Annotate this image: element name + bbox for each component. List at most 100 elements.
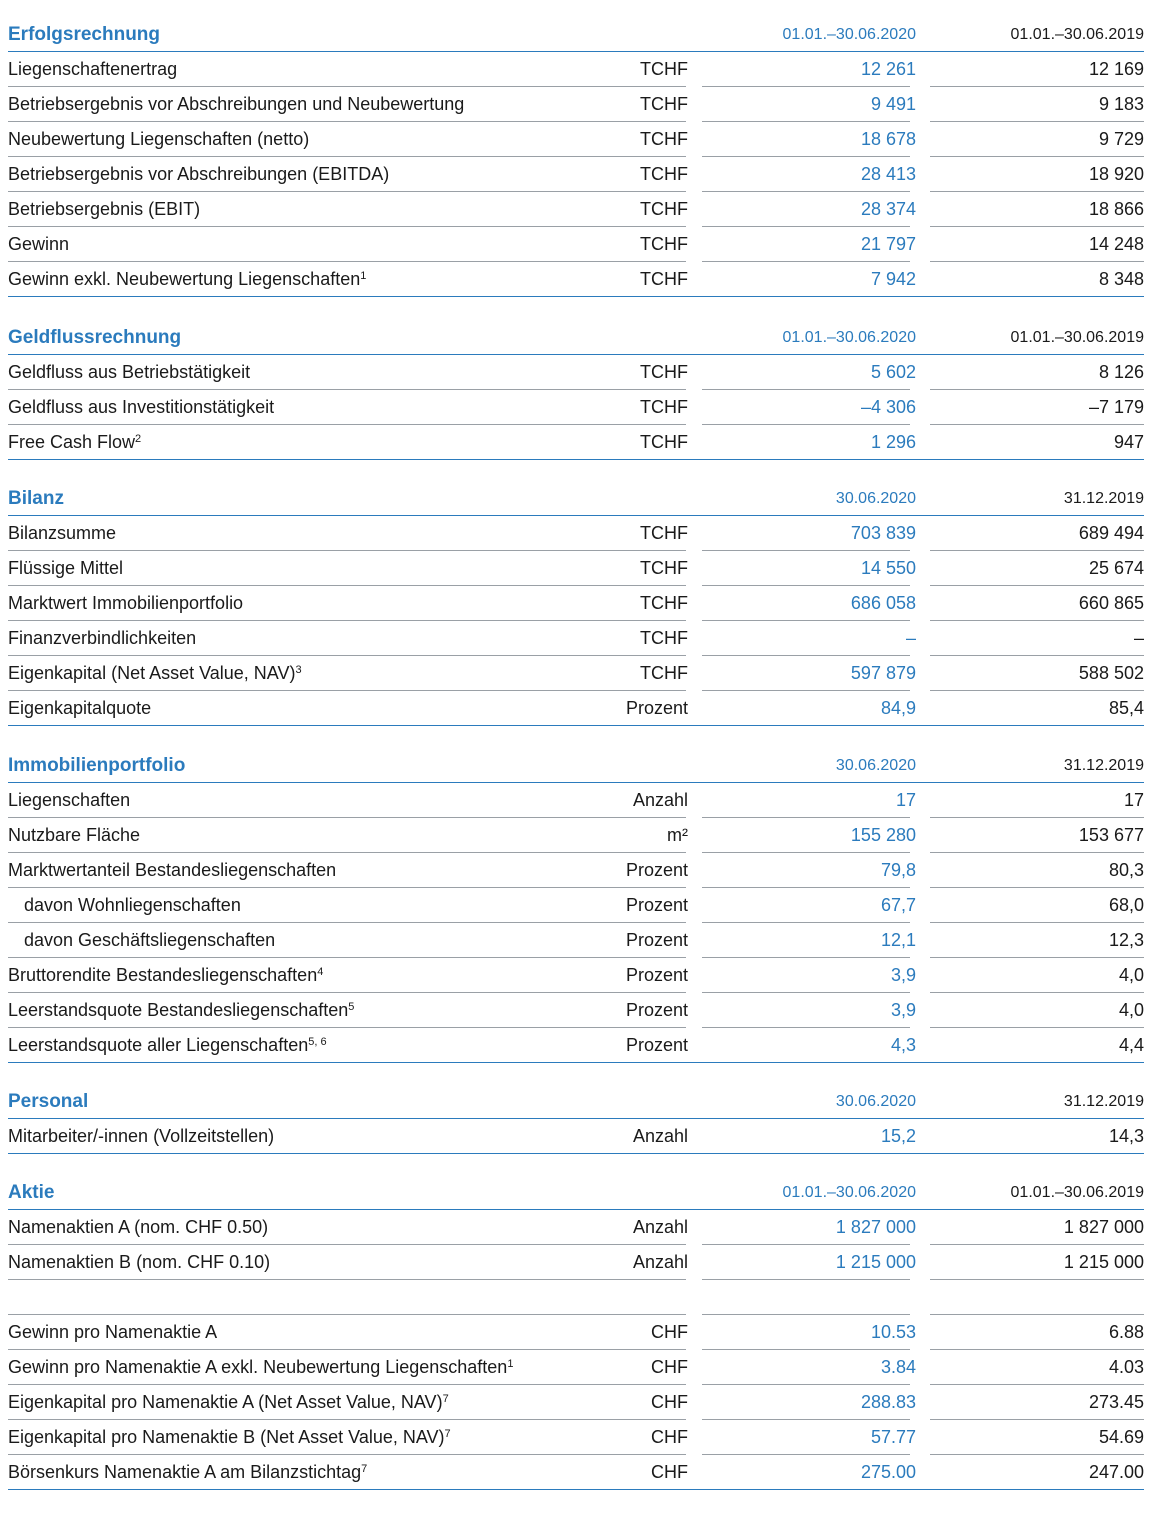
row-value-previous: 80,3	[1108, 860, 1144, 880]
table-row: Nutzbare Fläche m² 155 280 153 677	[8, 818, 1144, 853]
row-value-current: 155 280	[850, 825, 916, 845]
row-value-previous: 4.03	[1108, 1357, 1144, 1377]
table-row: Mitarbeiter/-innen (Vollzeitstellen) Anza…	[8, 1119, 1144, 1154]
row-value-current: 597 879	[850, 663, 916, 683]
section-title: Immobilienportfolio	[8, 755, 186, 776]
row-unit: Anzahl	[632, 1217, 688, 1237]
section-aktie: Aktie 01.01.–30.06.2020 01.01.–30.06.2019 N…	[8, 1175, 1144, 1490]
row-value-current: 5 602	[870, 362, 916, 382]
column-header-previous: 31.12.2019	[1063, 490, 1144, 507]
footnote-marker: 7	[361, 1463, 368, 1475]
row-unit: TCHF	[640, 164, 688, 184]
table-row: Gewinn pro Namenaktie A CHF 10.53 6.88	[8, 1315, 1144, 1350]
row-label-text: Geldfluss aus Investitionstätigkeit	[8, 397, 275, 417]
row-label-text: Gewinn pro Namenaktie A	[8, 1322, 218, 1342]
row-unit: TCHF	[640, 94, 688, 114]
section-title: Erfolgsrechnung	[8, 24, 161, 45]
table-row: Betriebsergebnis vor Abschreibungen und …	[8, 87, 1144, 122]
row-value-current: 686 058	[850, 593, 916, 613]
row-label-text: Liegenschaften	[8, 790, 131, 810]
row-value-current: –	[905, 628, 916, 648]
row-label-text: Marktwertanteil Bestandesliegenschaften	[8, 860, 337, 880]
row-unit: Prozent	[625, 895, 688, 915]
row-value-previous: 588 502	[1078, 663, 1144, 683]
row-label: Eigenkapital pro Namenaktie A (Net Asset…	[8, 1385, 449, 1420]
footnote-marker: 5	[348, 1001, 355, 1013]
row-label: Börsenkurs Namenaktie A am Bilanzstichta…	[8, 1455, 367, 1490]
row-label: Bruttorendite Bestandesliegenschaften4	[8, 958, 323, 993]
row-label: Marktwert Immobilienportfolio	[8, 586, 243, 621]
row-label-text: Liegenschaftenertrag	[8, 59, 178, 79]
row-value-current: 67,7	[880, 895, 916, 915]
column-header-previous: 01.01.–30.06.2019	[1010, 1184, 1144, 1201]
row-value-previous: –	[1133, 628, 1144, 648]
row-value-current: 84,9	[880, 698, 916, 718]
row-value-previous: 9 729	[1098, 129, 1144, 149]
row-label: Namenaktien A (nom. CHF 0.50)	[8, 1210, 268, 1245]
row-unit: CHF	[651, 1462, 688, 1482]
footnote-marker: 7	[442, 1393, 449, 1405]
row-value-previous: 54.69	[1098, 1427, 1144, 1447]
row-value-previous: 1 827 000	[1063, 1217, 1144, 1237]
row-label: Namenaktien B (nom. CHF 0.10)	[8, 1245, 270, 1280]
section-header: Aktie 01.01.–30.06.2020 01.01.–30.06.2019	[8, 1175, 1144, 1210]
row-value-current: 1 827 000	[835, 1217, 916, 1237]
row-value-previous: 247.00	[1088, 1462, 1144, 1482]
row-unit: Prozent	[625, 698, 688, 718]
row-value-previous: 8 126	[1098, 362, 1144, 382]
row-unit: CHF	[651, 1427, 688, 1447]
row-value-current: 1 215 000	[835, 1252, 916, 1272]
row-label: Eigenkapitalquote	[8, 691, 151, 726]
footnote-marker: 3	[295, 664, 302, 676]
row-value-previous: 18 866	[1088, 199, 1144, 219]
section-title: Aktie	[8, 1182, 55, 1203]
column-header-current: 01.01.–30.06.2020	[782, 1184, 916, 1201]
row-value-current: 1 296	[870, 432, 916, 452]
row-label-text: Namenaktien A (nom. CHF 0.50)	[8, 1217, 269, 1237]
column-header-current: 30.06.2020	[835, 757, 916, 774]
row-label-text: Eigenkapital (Net Asset Value, NAV)	[8, 663, 296, 683]
row-label: Eigenkapital (Net Asset Value, NAV)3	[8, 656, 302, 691]
row-label-text: Gewinn exkl. Neubewertung Liegenschaften	[8, 269, 361, 289]
row-unit: TCHF	[640, 59, 688, 79]
section-header: Geldflussrechnung 01.01.–30.06.2020 01.01.…	[8, 320, 1144, 355]
row-label-text: Eigenkapital pro Namenaktie B (Net Asset…	[8, 1427, 445, 1447]
section-title: Geldflussrechnung	[8, 327, 182, 348]
row-label: Leerstandsquote Bestandesliegenschaften5	[8, 993, 354, 1028]
row-value-current: 275.00	[860, 1462, 916, 1482]
row-label: Flüssige Mittel	[8, 551, 123, 586]
row-value-previous: 8 348	[1098, 269, 1144, 289]
row-label: davon Wohnliegenschaften	[24, 888, 241, 923]
column-header-current: 30.06.2020	[835, 490, 916, 507]
row-label-text: Gewinn	[8, 234, 70, 254]
row-label: davon Geschäftsliegenschaften	[24, 923, 275, 958]
row-value-previous: 947	[1113, 432, 1144, 452]
row-value-previous: –7 179	[1088, 397, 1144, 417]
table-row: Geldfluss aus Betriebstätigkeit TCHF 5 602…	[8, 355, 1144, 390]
table-row: Eigenkapitalquote Prozent 84,9 85,4	[8, 691, 1144, 726]
section-title: Personal	[8, 1091, 89, 1112]
row-label-text: Eigenkapitalquote	[8, 698, 152, 718]
footnote-marker: 7	[444, 1428, 451, 1440]
row-value-current: 21 797	[860, 234, 916, 254]
table-row: Bilanzsumme TCHF 703 839 689 494	[8, 516, 1144, 551]
row-unit: Prozent	[625, 930, 688, 950]
table-row: Free Cash Flow2 TCHF 1 296 947	[8, 425, 1144, 460]
row-value-current: 10.53	[870, 1322, 916, 1342]
row-value-current: 79,8	[880, 860, 916, 880]
row-value-current: 4,3	[890, 1035, 916, 1055]
row-unit: CHF	[651, 1357, 688, 1377]
column-header-previous: 01.01.–30.06.2019	[1010, 329, 1144, 346]
table-row: Börsenkurs Namenaktie A am Bilanzstichta…	[8, 1455, 1144, 1490]
table-row: Gewinn pro Namenaktie A exkl. Neubewertu…	[8, 1350, 1144, 1385]
row-value-current: –4 306	[860, 397, 916, 417]
row-value-previous: 4,0	[1118, 1000, 1144, 1020]
row-unit: TCHF	[640, 593, 688, 613]
row-value-current: 3,9	[890, 965, 916, 985]
row-label: Liegenschaften	[8, 783, 130, 818]
row-label: Betriebsergebnis vor Abschreibungen und …	[8, 87, 464, 122]
table-row: Leerstandsquote Bestandesliegenschaften5…	[8, 993, 1144, 1028]
row-label-text: Leerstandsquote Bestandesliegenschaften	[8, 1000, 349, 1020]
table-row: Flüssige Mittel TCHF 14 550 25 674	[8, 551, 1144, 586]
section-geldfluss: Geldflussrechnung 01.01.–30.06.2020 01.01.…	[8, 320, 1144, 460]
